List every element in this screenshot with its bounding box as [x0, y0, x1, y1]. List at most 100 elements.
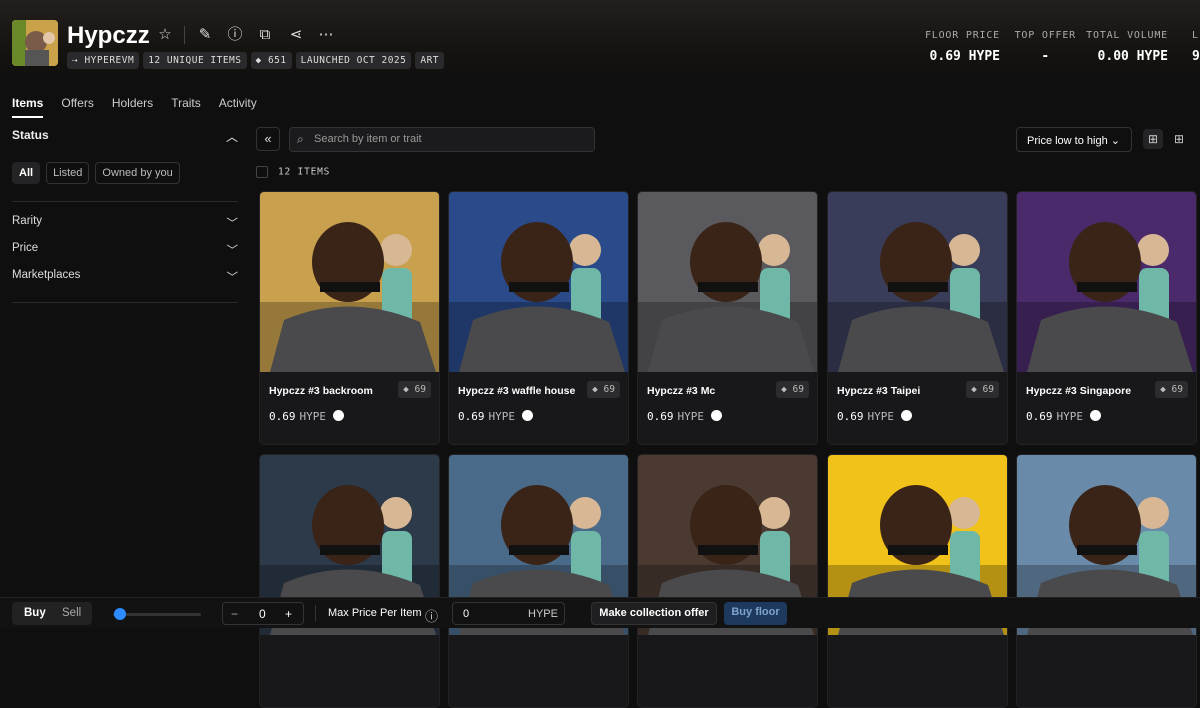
stat-floor: FLOOR PRICE 0.69 HYPE: [924, 30, 1000, 64]
item-title: Hypczz #3 Singapore: [1026, 385, 1132, 397]
max-price-unit: HYPE: [528, 608, 558, 620]
chevron-down-icon: ﹀: [226, 272, 239, 284]
filter-sidebar: Status ︿ All Listed Owned by you Rarity ﹀…: [12, 128, 238, 303]
status-section-header[interactable]: Status ︿: [12, 128, 238, 145]
status-owned-pill[interactable]: Owned by you: [95, 162, 180, 184]
sweep-slider-track[interactable]: [113, 613, 201, 616]
copy-icon[interactable]: ⧉: [255, 25, 275, 45]
item-card[interactable]: Hypczz #3 Singapore ◆ 69 0.69 HYPE: [1016, 191, 1197, 445]
tab-holders[interactable]: Holders: [112, 96, 153, 118]
select-all-checkbox[interactable]: [256, 166, 268, 178]
launch-chip: LAUNCHED OCT 2025: [295, 52, 412, 69]
collection-avatar: [12, 20, 58, 66]
max-price-label: Max Price Per Item: [328, 607, 422, 619]
edit-icon[interactable]: ✎: [195, 25, 215, 45]
owners-chip: ◆ 651: [250, 52, 292, 69]
increment-button[interactable]: +: [285, 607, 292, 621]
item-card[interactable]: [259, 454, 440, 708]
status-all-pill[interactable]: All: [12, 162, 41, 184]
collection-tabs: Items Offers Holders Traits Activity: [12, 96, 257, 118]
chain-chip[interactable]: ⇢ HYPEREVM: [67, 52, 140, 69]
item-image: [638, 192, 817, 372]
item-image: [449, 192, 628, 372]
sort-label: Price low to high: [1027, 135, 1108, 147]
sell-tab[interactable]: Sell: [62, 607, 81, 619]
buy-tab[interactable]: Buy: [24, 607, 46, 619]
max-price-input[interactable]: 0 HYPE: [452, 602, 565, 625]
item-image: [1017, 192, 1196, 372]
bottom-action-bar: Buy Sell − 0 + Max Price Per Item ⓘ 0 HY…: [0, 597, 1200, 628]
stat-top-offer: TOP OFFER -: [1014, 30, 1076, 64]
hype-token-icon: [900, 410, 912, 421]
quantity-value[interactable]: 0: [259, 607, 266, 621]
share-icon[interactable]: ⋖: [286, 25, 306, 45]
sweep-slider-handle[interactable]: [114, 608, 126, 620]
collapse-sidebar-button[interactable]: «: [256, 127, 280, 151]
item-price: 0.69 HYPE: [1026, 410, 1101, 423]
item-card[interactable]: Hypczz #3 waffle house ◆ 69 0.69 HYPE: [448, 191, 629, 445]
tab-activity[interactable]: Activity: [219, 96, 257, 118]
max-price-value: 0: [463, 608, 470, 620]
info-icon[interactable]: ⓘ: [425, 606, 438, 625]
filter-price[interactable]: Price ﹀: [12, 242, 238, 258]
item-image: [828, 192, 1007, 372]
item-card[interactable]: Hypczz #3 backroom ◆ 69 0.69 HYPE: [259, 191, 440, 445]
item-price: 0.69 HYPE: [837, 410, 912, 423]
items-count-label: 12 ITEMS: [278, 166, 331, 178]
divider: [12, 302, 238, 303]
item-card[interactable]: [637, 454, 818, 708]
item-title: Hypczz #3 backroom: [269, 385, 373, 397]
category-chip[interactable]: ART: [415, 52, 445, 69]
buy-sell-toggle: Buy Sell: [12, 602, 92, 625]
make-collection-offer-button[interactable]: Make collection offer: [591, 602, 717, 625]
item-card[interactable]: [448, 454, 629, 708]
buy-floor-button[interactable]: Buy floor: [724, 602, 787, 625]
hype-token-icon: [332, 410, 344, 421]
filter-rarity[interactable]: Rarity ﹀: [12, 215, 238, 231]
filter-price-label: Price: [12, 242, 39, 254]
decrement-button[interactable]: −: [231, 607, 238, 621]
grid-view-icon[interactable]: ⊞: [1143, 129, 1163, 149]
chevron-down-icon: ﹀: [226, 245, 239, 257]
rarity-badge: ◆ 69: [398, 381, 431, 398]
item-image: [260, 192, 439, 372]
hype-token-icon: [1089, 410, 1101, 421]
hype-token-icon: [521, 410, 533, 421]
rarity-badge: ◆ 69: [776, 381, 809, 398]
item-card[interactable]: [1016, 454, 1197, 708]
item-price: 0.69 HYPE: [458, 410, 533, 423]
filter-rarity-label: Rarity: [12, 215, 43, 227]
items-chip: 12 UNIQUE ITEMS: [143, 52, 247, 69]
rarity-badge: ◆ 69: [587, 381, 620, 398]
search-input[interactable]: ⌕ Search by item or trait: [289, 127, 595, 152]
dense-grid-view-icon[interactable]: ⊞: [1169, 129, 1189, 149]
more-icon[interactable]: ⋯: [316, 25, 336, 45]
stat-volume: TOTAL VOLUME 0.00 HYPE: [1086, 30, 1168, 64]
list-view-icon[interactable]: ☰: [1195, 129, 1200, 149]
item-price: 0.69 HYPE: [269, 410, 344, 423]
item-title: Hypczz #3 waffle house: [458, 385, 576, 397]
item-card[interactable]: Hypczz #3 Mc ◆ 69 0.69 HYPE: [637, 191, 818, 445]
filter-marketplaces-label: Marketplaces: [12, 269, 81, 281]
info-icon[interactable]: ⓘ: [225, 25, 245, 45]
filter-marketplaces[interactable]: Marketplaces ﹀: [12, 269, 238, 285]
status-listed-pill[interactable]: Listed: [46, 162, 90, 184]
divider: [184, 26, 185, 44]
stat-listed: L9: [1192, 30, 1200, 64]
chevron-down-icon: ⌄: [1110, 135, 1120, 147]
star-icon[interactable]: ☆: [155, 25, 175, 45]
items-count: 12 ITEMS: [256, 166, 330, 178]
tab-items[interactable]: Items: [12, 96, 44, 118]
item-card[interactable]: [827, 454, 1008, 708]
sort-select[interactable]: Price low to high ⌄: [1016, 127, 1132, 152]
item-price: 0.69 HYPE: [647, 410, 722, 423]
search-placeholder: Search by item or trait: [314, 133, 422, 145]
search-icon: ⌕: [297, 132, 304, 146]
chevron-up-icon: ︿: [225, 130, 238, 144]
chevron-down-icon: ﹀: [226, 218, 239, 230]
divider: [315, 605, 316, 622]
item-card[interactable]: Hypczz #3 Taipei ◆ 69 0.69 HYPE: [827, 191, 1008, 445]
tab-traits[interactable]: Traits: [171, 96, 201, 118]
tab-offers[interactable]: Offers: [61, 96, 93, 118]
collection-title: Hypczz: [67, 22, 150, 49]
